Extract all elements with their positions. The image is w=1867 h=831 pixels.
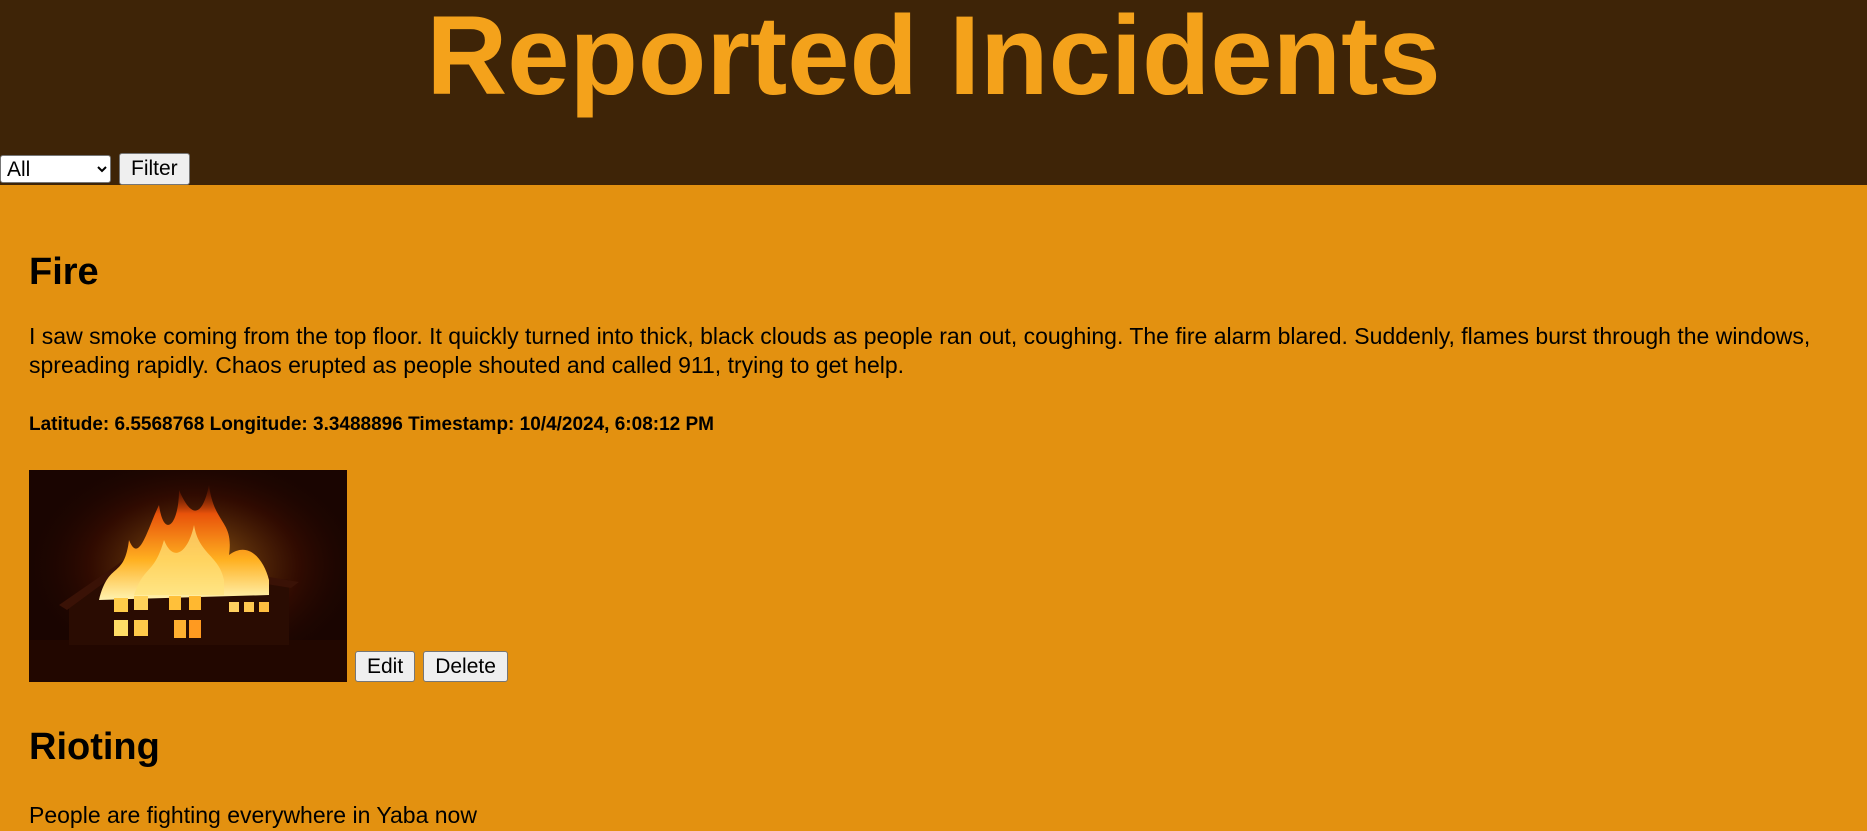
incident-media-row: Edit Delete	[29, 470, 1859, 682]
filter-bar: All Filter	[0, 153, 190, 185]
incident-description: I saw smoke coming from the top floor. I…	[29, 323, 1811, 378]
edit-button[interactable]: Edit	[355, 651, 416, 682]
incident-type: Fire	[29, 251, 99, 293]
delete-button[interactable]: Delete	[423, 651, 508, 682]
incident-meta: Latitude: 6.5568768 Longitude: 3.3488896…	[29, 414, 715, 435]
page-header: Reported Incidents All Filter	[0, 0, 1867, 185]
incident-type: Rioting	[29, 726, 160, 768]
incident-card: Rioting People are fighting everywhere i…	[29, 726, 1859, 830]
category-select[interactable]: All	[0, 155, 111, 183]
incident-card: Fire I saw smoke coming from the top flo…	[29, 251, 1859, 682]
page-title: Reported Incidents	[426, 0, 1441, 118]
filter-button[interactable]: Filter	[119, 153, 190, 185]
incident-photo	[29, 470, 347, 682]
incident-description: People are fighting everywhere in Yaba n…	[29, 802, 477, 828]
incident-list: Fire I saw smoke coming from the top flo…	[29, 185, 1859, 830]
